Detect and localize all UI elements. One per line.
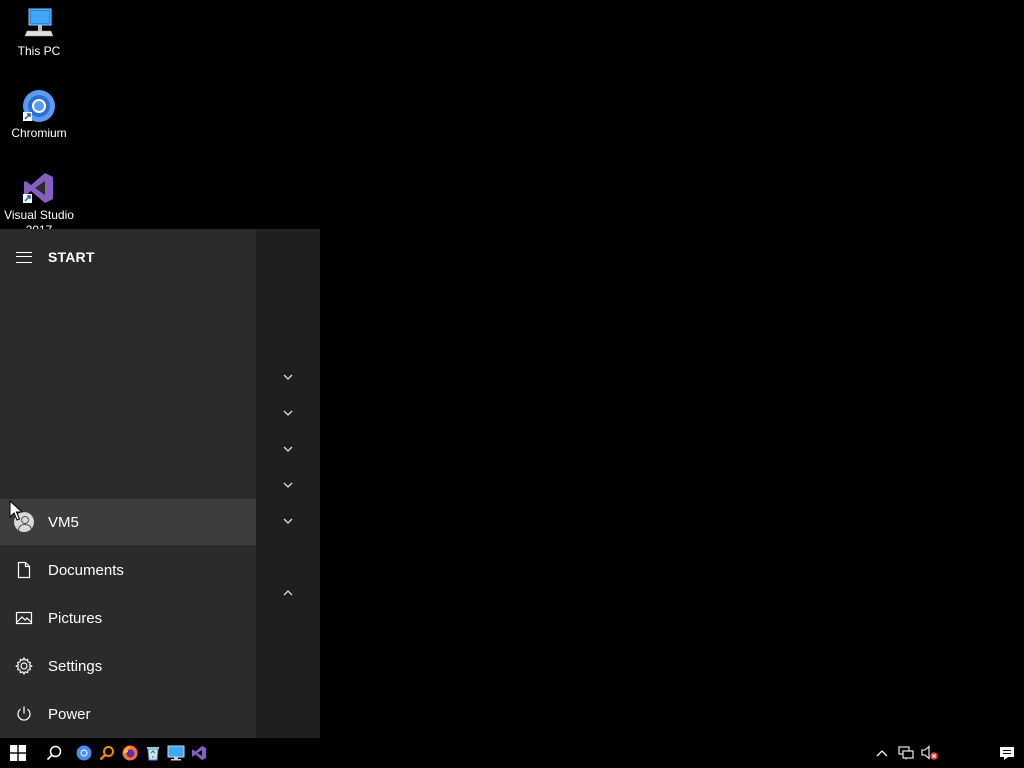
desktop-icon-label: Chromium <box>11 126 67 140</box>
chevron-up-icon <box>283 590 293 596</box>
expand-chevron[interactable] <box>256 511 320 531</box>
chevron-down-icon <box>283 374 293 380</box>
expand-chevron[interactable] <box>256 403 320 423</box>
start-item-label: Settings <box>48 657 103 675</box>
start-item-label: VM5 <box>48 513 79 531</box>
chevron-down-icon <box>283 482 293 488</box>
start-title: START <box>48 249 95 265</box>
taskbar-firefox[interactable] <box>118 738 141 768</box>
show-hidden-icons-button[interactable] <box>870 738 894 768</box>
volume-button[interactable] <box>918 738 942 768</box>
system-tray <box>870 738 1024 768</box>
volume-muted-icon <box>921 745 938 760</box>
gear-icon <box>15 657 33 675</box>
windows-start-icon <box>10 745 26 761</box>
start-item-label: Pictures <box>48 609 103 627</box>
start-item-settings[interactable]: Settings <box>0 643 256 689</box>
taskbar-remote-desktop[interactable] <box>164 738 187 768</box>
network-icon <box>898 746 914 760</box>
hamburger-menu-button[interactable] <box>0 241 48 273</box>
start-menu-panel: START VM5 Documents Pictures Settings Po… <box>0 229 256 738</box>
start-button[interactable] <box>0 738 36 768</box>
start-item-label: Power <box>48 705 91 723</box>
start-menu: START VM5 Documents Pictures Settings Po… <box>0 229 320 738</box>
computer-icon <box>21 6 57 42</box>
picture-icon <box>15 611 33 625</box>
taskbar-visual-studio[interactable] <box>187 738 210 768</box>
desktop-icon-label: This PC <box>17 44 61 58</box>
chromium-icon <box>76 745 91 761</box>
start-item-pictures[interactable]: Pictures <box>0 595 256 641</box>
start-item-documents[interactable]: Documents <box>0 547 256 593</box>
mouse-cursor-icon <box>9 500 23 521</box>
chromium-icon <box>21 88 57 124</box>
remote-desktop-icon <box>167 745 184 761</box>
start-item-power[interactable]: Power <box>0 691 256 737</box>
recycle-bin-icon <box>146 747 159 761</box>
power-icon <box>17 706 31 721</box>
hamburger-icon <box>16 251 32 263</box>
start-header: START <box>0 241 256 273</box>
taskbar-search-everything[interactable] <box>95 738 118 768</box>
visual-studio-icon <box>191 746 206 760</box>
desktop-icon-this-pc[interactable]: This PC <box>0 6 78 59</box>
search-everything-icon <box>99 746 114 761</box>
taskbar-chromium[interactable] <box>72 738 95 768</box>
desktop-icon-chromium[interactable]: Chromium <box>0 88 78 141</box>
chevron-up-icon <box>876 750 888 757</box>
start-item-user[interactable]: VM5 <box>0 499 256 545</box>
chevron-down-icon <box>283 446 293 452</box>
expand-chevron[interactable] <box>256 367 320 387</box>
firefox-icon <box>122 745 137 761</box>
start-item-label: Documents <box>48 561 124 579</box>
expand-chevron[interactable] <box>256 475 320 495</box>
document-icon <box>17 561 31 579</box>
collapse-chevron[interactable] <box>256 583 320 603</box>
chevron-down-icon <box>283 518 293 524</box>
taskbar-recycle-bin[interactable] <box>141 738 164 768</box>
taskbar <box>0 738 1024 768</box>
action-center-button[interactable] <box>990 738 1024 768</box>
taskbar-search-button[interactable] <box>36 738 72 768</box>
expand-chevron[interactable] <box>256 439 320 459</box>
network-button[interactable] <box>894 738 918 768</box>
notification-icon <box>1000 746 1014 760</box>
search-icon <box>46 745 62 761</box>
desktop-icon-visual-studio[interactable]: Visual Studio 2017 <box>0 170 78 238</box>
visual-studio-icon <box>21 170 57 206</box>
tray-spacer <box>942 738 990 768</box>
chevron-down-icon <box>283 410 293 416</box>
